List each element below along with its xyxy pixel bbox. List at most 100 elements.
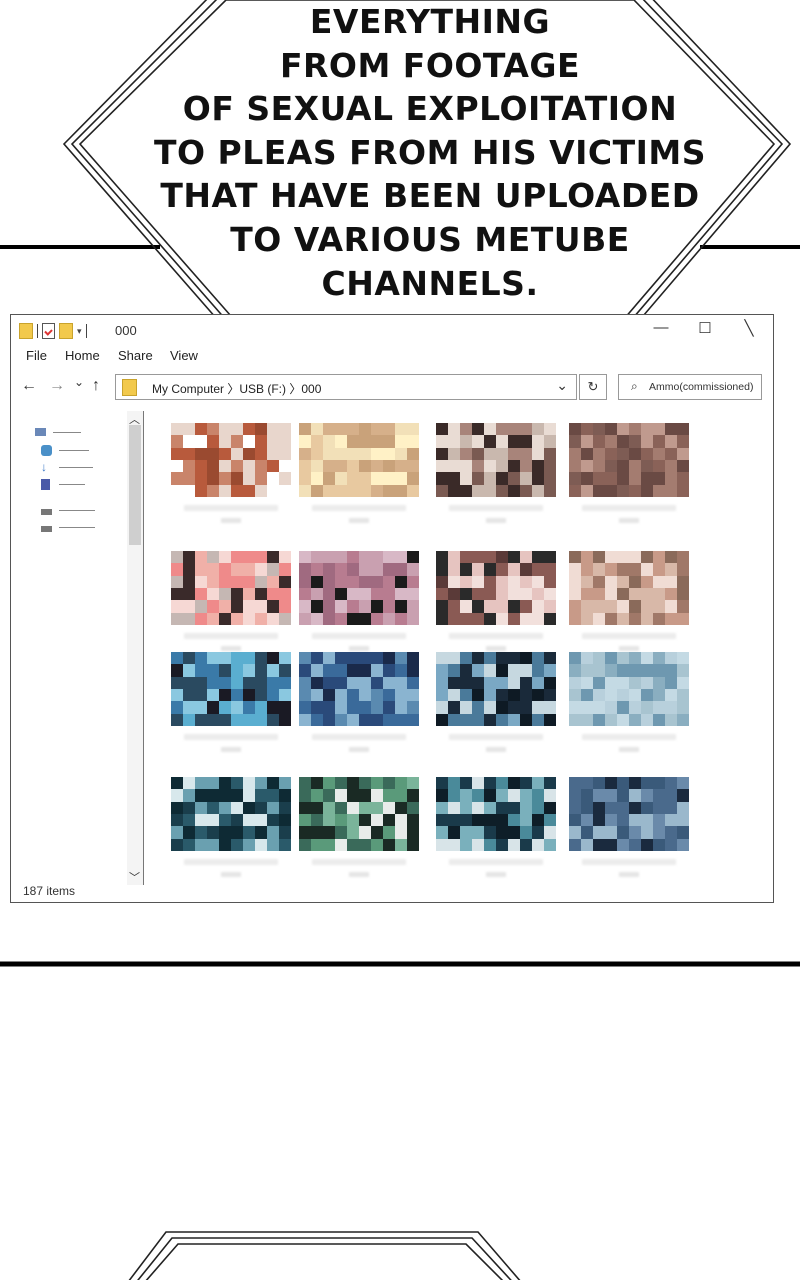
file-thumbnail[interactable] bbox=[171, 551, 291, 651]
back-arrow-icon[interactable]: ← bbox=[21, 377, 37, 395]
refresh-button[interactable]: ↻ bbox=[579, 374, 607, 400]
nav-item-label bbox=[59, 450, 89, 453]
thumbnail-image bbox=[171, 423, 291, 497]
thumbnail-filename-blurred bbox=[486, 646, 506, 651]
thumbnail-filename-blurred bbox=[312, 859, 406, 865]
thumbnail-filename-blurred bbox=[312, 734, 406, 740]
file-thumbnail[interactable] bbox=[569, 777, 689, 877]
thumbnail-filename-blurred bbox=[221, 646, 241, 651]
thumbnail-filename-blurred bbox=[184, 859, 278, 865]
thumbnail-filename-blurred bbox=[184, 734, 278, 740]
nav-item-label bbox=[59, 527, 95, 530]
caption-line: FROM FOOTAGE bbox=[279, 45, 581, 85]
thumbnail-image bbox=[436, 777, 556, 851]
address-bar[interactable]: My Computer 〉USB (F:) 〉000 ⌄ bbox=[115, 374, 577, 400]
file-thumbnail[interactable] bbox=[436, 551, 556, 651]
minimize-button[interactable]: — bbox=[649, 319, 673, 336]
thumbnail-filename-blurred bbox=[312, 633, 406, 639]
menu-home[interactable]: Home bbox=[65, 348, 100, 363]
file-thumbnail[interactable] bbox=[171, 652, 291, 752]
thumbnail-filename-blurred bbox=[582, 633, 676, 639]
thumbnail-filename-blurred bbox=[619, 518, 639, 523]
file-thumbnail[interactable] bbox=[436, 777, 556, 877]
file-thumbnail[interactable] bbox=[171, 777, 291, 877]
caption-line: TO VARIOUS METUBE bbox=[230, 219, 630, 259]
thumbnail-filename-blurred bbox=[582, 859, 676, 865]
file-thumbnail[interactable] bbox=[299, 423, 419, 523]
thumbnail-filename-blurred bbox=[349, 872, 369, 877]
scroll-up-icon[interactable]: ︿ bbox=[129, 411, 140, 427]
thumbnail-filename-blurred bbox=[486, 747, 506, 752]
vertical-scrollbar[interactable]: ︿ ﹀ bbox=[127, 411, 144, 885]
nav-item-label bbox=[59, 484, 85, 487]
next-speech-bubble-outline bbox=[128, 1231, 521, 1280]
thumbnail-filename-blurred bbox=[221, 518, 241, 523]
thumbnail-image bbox=[299, 551, 419, 625]
folder-icon[interactable] bbox=[19, 323, 33, 339]
recent-locations-icon[interactable]: ⌄ bbox=[74, 375, 84, 389]
properties-icon[interactable] bbox=[42, 323, 55, 339]
close-button[interactable]: ╲ bbox=[737, 319, 761, 337]
file-thumbnail[interactable] bbox=[569, 551, 689, 651]
thumbnail-filename-blurred bbox=[582, 505, 676, 511]
navigation-pane: ↓ bbox=[11, 415, 123, 875]
folder-icon bbox=[122, 379, 137, 396]
caption-line: CHANNELS. bbox=[321, 263, 539, 303]
thumbnail-image bbox=[436, 423, 556, 497]
file-thumbnail[interactable] bbox=[436, 423, 556, 523]
scrollbar-thumb[interactable] bbox=[129, 425, 141, 545]
file-thumbnail[interactable] bbox=[299, 551, 419, 651]
thumbnail-filename-blurred bbox=[184, 505, 278, 511]
search-input[interactable]: ⌕ Ammo(commissioned) bbox=[618, 374, 762, 400]
thumbnail-image bbox=[569, 652, 689, 726]
thumbnail-filename-blurred bbox=[619, 646, 639, 651]
drive-icon bbox=[41, 509, 52, 515]
scroll-down-icon[interactable]: ﹀ bbox=[129, 869, 140, 885]
thumbnail-filename-blurred bbox=[449, 734, 543, 740]
toolbar-divider bbox=[85, 324, 87, 338]
menu-file[interactable]: File bbox=[26, 348, 47, 363]
speech-bubble-text: EVERYTHING FROM FOOTAGE OF SEXUAL EXPLOI… bbox=[110, 0, 750, 305]
thumbnail-image bbox=[171, 551, 291, 625]
nav-item-label bbox=[59, 510, 95, 513]
maximize-button[interactable]: ☐ bbox=[693, 319, 717, 337]
file-thumbnail[interactable] bbox=[569, 423, 689, 523]
thumbnail-image bbox=[436, 551, 556, 625]
file-thumbnail[interactable] bbox=[171, 423, 291, 523]
thumbnail-filename-blurred bbox=[349, 646, 369, 651]
file-thumbnail[interactable] bbox=[299, 652, 419, 752]
drive-icon bbox=[41, 526, 52, 532]
forward-arrow-icon[interactable]: → bbox=[49, 377, 65, 395]
caption-line: THAT HAVE BEEN UPLOADED bbox=[160, 176, 700, 216]
thumbnail-image bbox=[436, 652, 556, 726]
shield-icon bbox=[41, 445, 52, 456]
thumbnail-filename-blurred bbox=[582, 734, 676, 740]
up-arrow-icon[interactable]: ↑ bbox=[92, 377, 100, 395]
toolbar-divider bbox=[37, 324, 38, 338]
thumbnail-image bbox=[569, 423, 689, 497]
monitor-icon bbox=[35, 428, 46, 436]
thumbnail-image bbox=[171, 652, 291, 726]
menu-view[interactable]: View bbox=[170, 348, 198, 363]
address-path: My Computer 〉USB (F:) 〉000 bbox=[152, 382, 322, 396]
thumbnail-image bbox=[299, 777, 419, 851]
file-thumbnail[interactable] bbox=[436, 652, 556, 752]
file-thumbnail[interactable] bbox=[299, 777, 419, 877]
caption-line: OF SEXUAL EXPLOITATION bbox=[182, 89, 678, 129]
customize-toolbar-icon[interactable]: ▾ bbox=[77, 326, 82, 337]
new-folder-icon[interactable] bbox=[59, 323, 73, 339]
thumbnail-image bbox=[569, 777, 689, 851]
menu-share[interactable]: Share bbox=[118, 348, 153, 363]
thumbnail-filename-blurred bbox=[349, 747, 369, 752]
status-bar-item-count: 187 items bbox=[23, 884, 76, 898]
thumbnail-filename-blurred bbox=[449, 859, 543, 865]
thumbnail-filename-blurred bbox=[449, 505, 543, 511]
thumbnail-image bbox=[569, 551, 689, 625]
chevron-down-icon[interactable]: ⌄ bbox=[556, 377, 568, 394]
thumbnail-filename-blurred bbox=[619, 872, 639, 877]
thumbnail-image bbox=[299, 423, 419, 497]
file-thumbnail[interactable] bbox=[569, 652, 689, 752]
thumbnail-image bbox=[171, 777, 291, 851]
search-icon: ⌕ bbox=[631, 379, 638, 393]
thumbnail-filename-blurred bbox=[184, 633, 278, 639]
